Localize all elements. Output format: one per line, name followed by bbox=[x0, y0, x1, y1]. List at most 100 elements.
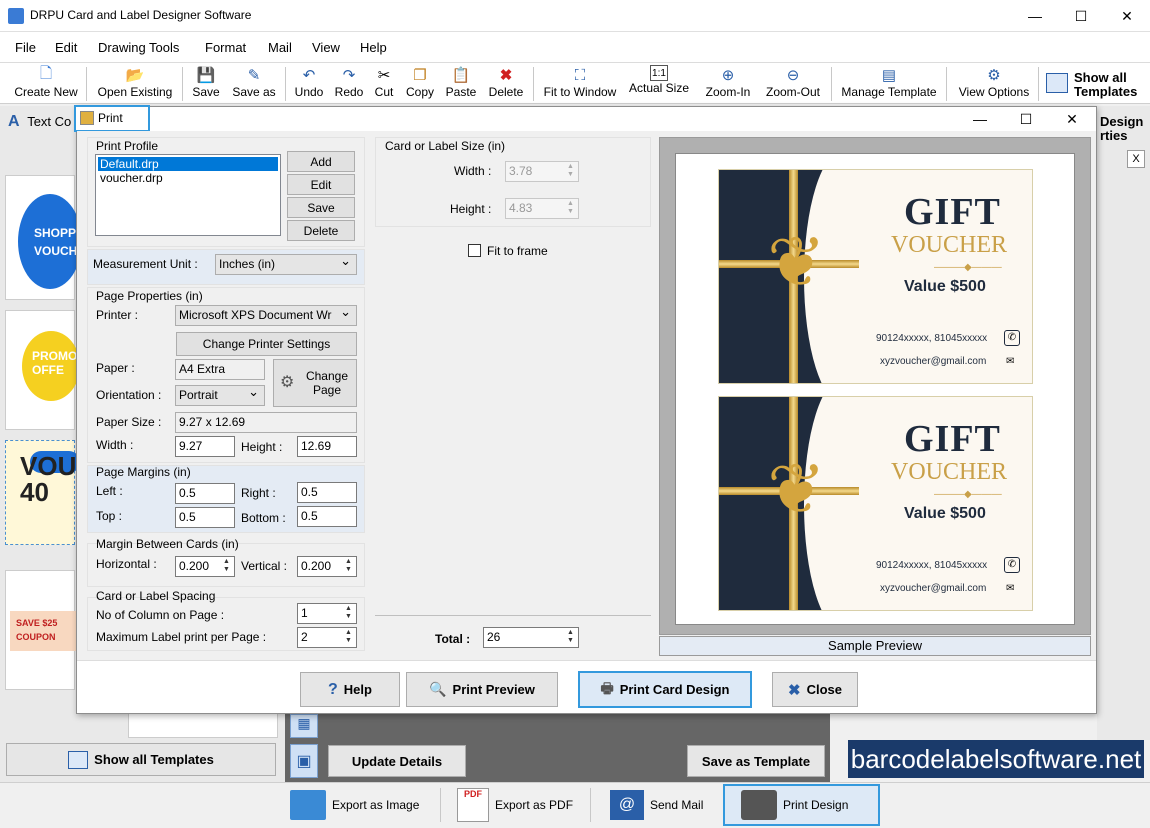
menu-edit[interactable]: Edit bbox=[55, 40, 77, 55]
save-as-template-button[interactable]: Save as Template bbox=[687, 745, 825, 777]
undo-button[interactable]: ↶ Undo bbox=[291, 65, 327, 103]
panel-close-button[interactable]: X bbox=[1127, 150, 1145, 168]
change-page-button[interactable]: ⚙ Change Page bbox=[273, 359, 357, 407]
ribbon-bow-icon: ❦ bbox=[767, 450, 826, 528]
help-button[interactable]: ? Help bbox=[300, 672, 400, 707]
vertical-spinner[interactable]: 0.200 ▲ ▼ bbox=[297, 556, 357, 577]
redo-button[interactable]: ↷ Redo bbox=[331, 65, 367, 103]
export-as-pdf-button[interactable]: PDF Export as PDF bbox=[457, 784, 573, 826]
margin-right-field[interactable]: 0.5 bbox=[297, 482, 357, 503]
copy-button[interactable]: ❐ Copy bbox=[402, 65, 438, 103]
card-email-text: xyzvoucher@gmail.com bbox=[880, 583, 987, 594]
thumb-coupon[interactable]: SAVE $25 COUPON bbox=[5, 570, 76, 690]
app-icon bbox=[8, 8, 24, 24]
zoom-in-button[interactable]: ⊕ Zoom-In bbox=[700, 65, 756, 103]
profile-add-button[interactable]: Add bbox=[287, 151, 355, 172]
export-as-image-button[interactable]: Export as Image bbox=[290, 784, 419, 826]
card-value-text: Value $500 bbox=[904, 505, 986, 522]
horizontal-spinner[interactable]: 0.200 ▲ ▼ bbox=[175, 556, 235, 577]
send-mail-button[interactable]: @ Send Mail bbox=[610, 784, 703, 826]
orientation-select[interactable]: Portrait bbox=[175, 385, 265, 406]
show-all-templates-bottom-button[interactable]: Show all Templates bbox=[6, 743, 276, 776]
pdf-icon: PDF bbox=[457, 788, 489, 822]
print-design-button[interactable]: Print Design bbox=[723, 784, 880, 826]
page-width-field[interactable]: 9.27 bbox=[175, 436, 235, 457]
update-details-button[interactable]: Update Details bbox=[328, 745, 466, 777]
thumb-shopping[interactable]: SHOPP VOUCHE bbox=[5, 175, 85, 300]
card-gift-text: GIFT bbox=[904, 191, 1001, 233]
orientation-label: Orientation : bbox=[96, 388, 162, 402]
margin-top-field[interactable]: 0.5 bbox=[175, 507, 235, 528]
print-card-design-button[interactable]: 🖶 Print Card Design bbox=[578, 671, 752, 708]
app-title: DRPU Card and Label Designer Software bbox=[30, 8, 252, 22]
spinner-arrows-icon[interactable]: ▲ ▼ bbox=[220, 558, 233, 575]
spinner-arrows-icon[interactable]: ▲ ▼ bbox=[342, 629, 355, 646]
delete-button[interactable]: ✖ Delete bbox=[486, 65, 526, 103]
create-new-button[interactable]: 🗋 Create New bbox=[10, 65, 82, 103]
maximize-button[interactable]: ☐ bbox=[1058, 0, 1104, 32]
spinner-arrows-icon[interactable]: ▲ ▼ bbox=[342, 558, 355, 575]
phone-icon: ✆ bbox=[1004, 557, 1020, 573]
spinner-arrows-icon[interactable]: ▲ ▼ bbox=[342, 605, 355, 622]
thumb-promo[interactable]: PROMO OFFE bbox=[5, 310, 80, 430]
fit-to-window-button[interactable]: ⛶ Fit to Window bbox=[540, 65, 620, 103]
margin-left-field[interactable]: 0.5 bbox=[175, 483, 235, 504]
close-button[interactable]: ✕ bbox=[1104, 0, 1150, 32]
zoom-out-button[interactable]: ⊖ Zoom-Out bbox=[762, 65, 824, 103]
fit-to-frame-checkbox[interactable] bbox=[468, 244, 481, 257]
max-labels-spinner[interactable]: 2 ▲ ▼ bbox=[297, 627, 357, 648]
print-preview-button[interactable]: 🔍 Print Preview bbox=[406, 672, 558, 707]
minimize-button[interactable]: — bbox=[1012, 0, 1058, 32]
profile-delete-button[interactable]: Delete bbox=[287, 220, 355, 241]
menu-format[interactable]: Format bbox=[205, 40, 246, 55]
actual-size-button[interactable]: 1:1 Actual Size bbox=[626, 65, 692, 103]
undo-icon: ↶ bbox=[302, 67, 316, 84]
paper-field[interactable]: A4 Extra bbox=[175, 359, 265, 380]
cut-button[interactable]: ✂ Cut bbox=[370, 65, 398, 103]
view-options-button[interactable]: ⚙ View Options bbox=[955, 65, 1033, 103]
thumb-voucher[interactable]: VOUC 40 bbox=[5, 440, 95, 545]
zoom-in-icon: ⊕ bbox=[721, 67, 735, 84]
measurement-select[interactable]: Inches (in) bbox=[215, 254, 357, 275]
printer-select[interactable]: Microsoft XPS Document Wr bbox=[175, 305, 357, 326]
paper-size-field: 9.27 x 12.69 bbox=[175, 412, 357, 433]
page-margins-label: Page Margins (in) bbox=[96, 465, 191, 479]
profile-edit-button[interactable]: Edit bbox=[287, 174, 355, 195]
margin-bottom-label: Bottom : bbox=[241, 511, 286, 525]
save-button[interactable]: 💾 Save bbox=[188, 65, 224, 103]
spinner-arrows-icon[interactable]: ▲ ▼ bbox=[564, 629, 577, 646]
total-label: Total : bbox=[435, 632, 471, 646]
gift-card-preview-1: ❦ GIFT VOUCHER ———◆——— Value $500 90124x… bbox=[718, 169, 1033, 384]
mail-icon: ✉ bbox=[1006, 356, 1015, 367]
frame-toggle[interactable]: ▣ bbox=[290, 744, 318, 778]
save-as-button[interactable]: ✎ Save as bbox=[229, 65, 279, 103]
columns-spinner[interactable]: 1 ▲ ▼ bbox=[297, 603, 357, 624]
manage-template-button[interactable]: ▤ Manage Template bbox=[836, 65, 942, 103]
page-height-field[interactable]: 12.69 bbox=[297, 436, 357, 457]
profile-list[interactable]: Default.drp voucher.drp bbox=[95, 154, 281, 236]
open-existing-button[interactable]: 📂 Open Existing bbox=[93, 65, 177, 103]
menu-file[interactable]: File bbox=[15, 40, 36, 55]
vertical-label: Vertical : bbox=[241, 559, 288, 573]
profile-item-voucher[interactable]: voucher.drp bbox=[98, 171, 163, 185]
total-spinner[interactable]: 26 ▲ ▼ bbox=[483, 627, 579, 648]
dialog-title-tab: Print bbox=[74, 105, 150, 132]
card-width-label: Width : bbox=[454, 164, 492, 178]
margin-bottom-field[interactable]: 0.5 bbox=[297, 506, 357, 527]
menu-mail[interactable]: Mail bbox=[268, 40, 292, 55]
margin-right-label: Right : bbox=[241, 486, 276, 500]
card-voucher-text: VOUCHER bbox=[891, 459, 1008, 485]
card-phone-text: 90124xxxxx, 81045xxxxx bbox=[876, 333, 988, 344]
profile-save-button[interactable]: Save bbox=[287, 197, 355, 218]
menu-view[interactable]: View bbox=[312, 40, 340, 55]
grid-toggle[interactable]: ▦ bbox=[290, 714, 318, 738]
close-dialog-button[interactable]: ✖ Close bbox=[772, 672, 858, 707]
menu-drawing-tools[interactable]: Drawing Tools bbox=[98, 40, 179, 55]
card-width-spinner: 3.78 ▲ ▼ bbox=[505, 161, 579, 182]
show-all-templates-button[interactable]: Show all Templates bbox=[1044, 67, 1148, 101]
paste-button[interactable]: 📋 Paste bbox=[443, 65, 479, 103]
text-tab[interactable]: A Text Co bbox=[8, 113, 78, 137]
profile-item-default[interactable]: Default.drp bbox=[98, 157, 278, 171]
menu-help[interactable]: Help bbox=[360, 40, 387, 55]
change-printer-settings-button[interactable]: Change Printer Settings bbox=[176, 332, 357, 356]
